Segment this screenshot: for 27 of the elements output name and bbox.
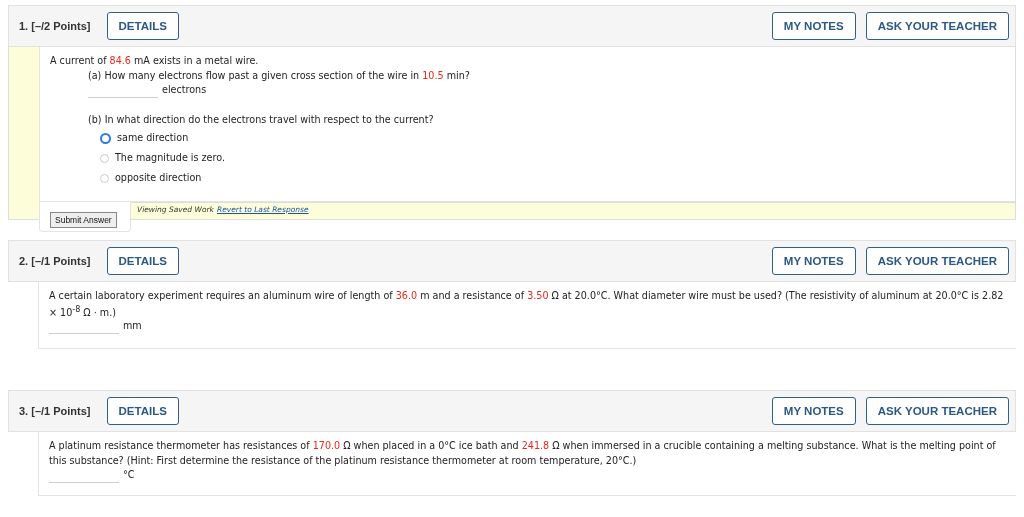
details-button[interactable]: DETAILS	[106, 247, 179, 276]
question-text: A current of 84.6 mA exists in a metal wire.	[50, 54, 260, 68]
ask-teacher-button[interactable]: ASK YOUR TEACHER	[865, 12, 1009, 40]
unit-label: electrons	[162, 83, 207, 97]
choice-label: The magnitude is zero.	[115, 151, 225, 166]
question-text: A certain laboratory experiment requires an aluminum wire of length of 36.0 m and a resistance of 3.50 Ω at 20.0°C. What diameter wire must be used? (The resistivity of aluminum at 20.0°C is 2.82 × 10$^{-8}$ Ω · m.)	[49, 289, 1005, 320]
submit-answer-button[interactable]: Submit Answer	[50, 212, 117, 229]
details-button[interactable]: DETAILS	[106, 12, 179, 40]
choice-label: opposite direction	[115, 171, 202, 186]
radio-button[interactable]	[100, 173, 109, 183]
ask-teacher-button[interactable]: ASK YOUR TEACHER	[865, 396, 1009, 425]
details-button[interactable]: DETAILS	[106, 396, 179, 425]
question-text: (b) In what direction do the electrons travel with respect to the current?	[88, 112, 435, 127]
radio-button[interactable]	[100, 132, 111, 144]
unit-label: mm	[123, 319, 142, 333]
question-title: 1. [–/2 Points]	[19, 20, 91, 32]
ask-teacher-button[interactable]: ASK YOUR TEACHER	[865, 247, 1009, 276]
question-title: 3. [–/1 Points]	[19, 404, 91, 417]
radio-button[interactable]	[100, 153, 109, 163]
question-title: 2. [–/1 Points]	[19, 255, 91, 268]
choice-label: same direction	[117, 131, 189, 146]
unit-label: °C	[123, 468, 135, 482]
question-text: (a) How many electrons flow past a given cross section of the wire in 10.5 min?	[88, 69, 471, 84]
question-text: A platinum resistance thermometer has resistances of 170.0 Ω when placed in a 0°C ice bath and 241.8 Ω when immersed in a crucible containing a melting substance. What is the melting point of this substance? (Hint: First determine the resistance of the platinum resistance thermometer at room temperature, 20°C.)	[49, 438, 997, 469]
my-notes-button[interactable]: MY NOTES	[771, 247, 856, 276]
my-notes-button[interactable]: MY NOTES	[771, 396, 856, 425]
my-notes-button[interactable]: MY NOTES	[771, 12, 856, 40]
